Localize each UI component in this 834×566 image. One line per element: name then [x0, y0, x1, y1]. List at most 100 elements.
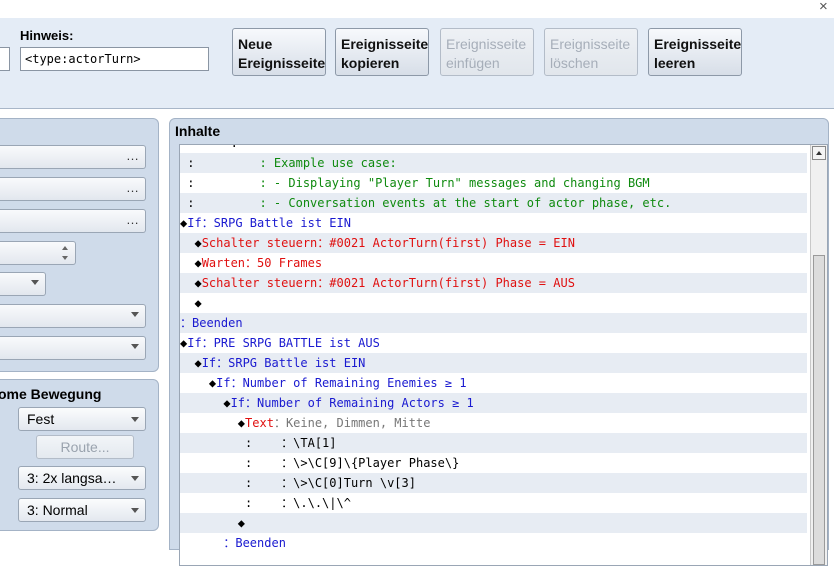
- spin-down-icon[interactable]: [62, 256, 68, 260]
- command-text: ◆: [180, 396, 231, 410]
- command-text: ◆: [180, 356, 202, 370]
- scroll-thumb[interactable]: [813, 255, 825, 565]
- contents-panel: Inhalte : : : Example use case: : : - Di…: [169, 118, 829, 566]
- condition-variable-field[interactable]: …: [0, 209, 146, 233]
- command-text: ：Beenden: [180, 536, 286, 550]
- clear-event-page-button[interactable]: Ereignisseite leeren: [648, 28, 742, 76]
- button-label-line1: Neue: [238, 36, 273, 52]
- chevron-down-icon: [31, 280, 39, 285]
- button-label-line1: Ereignisseite: [341, 36, 429, 52]
- command-text: ◆: [180, 236, 202, 250]
- command-row[interactable]: ：Beenden: [180, 313, 807, 333]
- command-row[interactable]: ◆Warten：50 Frames: [180, 253, 807, 273]
- command-text: ：Beenden: [180, 316, 243, 330]
- button-label-line1: Ereignisseite: [550, 36, 631, 52]
- button-label-line2: leeren: [654, 55, 696, 71]
- command-row[interactable]: : ：\TA[1]: [180, 433, 807, 453]
- command-text: ：Keine, Dimmen, Mitte: [273, 416, 431, 430]
- command-row[interactable]: ◆Schalter steuern：#0021 ActorTurn(first)…: [180, 273, 807, 293]
- contents-title: Inhalte: [175, 123, 221, 139]
- command-text: Schalter steuern：#0021 ActorTurn(first) …: [201, 236, 575, 250]
- command-row[interactable]: : : - Displaying "Player Turn" messages …: [180, 173, 807, 193]
- hint-input[interactable]: <type:actorTurn>: [20, 47, 209, 71]
- command-row[interactable]: ◆If：PRE SRPG BATTLE ist AUS: [180, 333, 807, 353]
- chevron-down-icon: [131, 312, 139, 317]
- movement-speed-select[interactable]: 3: 2x langsa…: [18, 466, 146, 490]
- button-label-line1: Ereignisseite: [446, 36, 527, 52]
- condition-switch-field[interactable]: …: [0, 145, 146, 169]
- command-row[interactable]: : ：\>\C[9]\{Player Phase\}: [180, 453, 807, 473]
- command-row[interactable]: : ：\>\C[0]Turn \v[3]: [180, 473, 807, 493]
- movement-frequency-select[interactable]: 3: Normal: [18, 498, 146, 522]
- chevron-down-icon: [131, 476, 139, 481]
- ellipsis-icon[interactable]: …: [126, 212, 139, 227]
- command-text: :: [180, 456, 282, 470]
- command-text: ：\TA[1]: [281, 436, 337, 450]
- command-row[interactable]: ◆: [180, 293, 807, 313]
- paste-event-page-button[interactable]: Ereignisseite einfügen: [440, 28, 534, 76]
- command-row[interactable]: :: [180, 145, 807, 153]
- delete-event-page-button[interactable]: Ereignisseite löschen: [544, 28, 638, 76]
- command-text: : - Conversation events at the start of …: [259, 196, 672, 210]
- command-text: :: [180, 156, 260, 170]
- command-text: If：SRPG Battle ist EIN: [187, 216, 351, 230]
- command-text: :: [180, 476, 282, 490]
- command-row[interactable]: ◆If：Number of Remaining Actors ≥ 1: [180, 393, 807, 413]
- movement-title: ome Bewegung: [0, 386, 102, 402]
- event-command-list[interactable]: : : : Example use case: : : - Displaying…: [179, 144, 828, 566]
- command-row[interactable]: ：Beenden: [180, 533, 807, 553]
- command-row[interactable]: ◆Schalter steuern：#0021 ActorTurn(first)…: [180, 233, 807, 253]
- command-text: ◆: [180, 516, 246, 530]
- spin-up-icon[interactable]: [62, 246, 68, 250]
- command-text: ◆: [180, 416, 246, 430]
- route-button[interactable]: Route...: [36, 435, 134, 459]
- movement-type-value: Fest: [27, 411, 55, 427]
- command-text: :: [180, 176, 260, 190]
- command-text: If：Number of Remaining Actors ≥ 1: [230, 396, 474, 410]
- command-text: :: [180, 145, 238, 150]
- command-text: Text: [245, 416, 274, 430]
- movement-type-select[interactable]: Fest: [18, 407, 146, 431]
- chevron-down-icon: [131, 508, 139, 513]
- name-field-edge[interactable]: [0, 47, 10, 71]
- command-text: ：\.\.\|\^: [281, 496, 351, 510]
- command-row[interactable]: : ：\.\.\|\^: [180, 493, 807, 513]
- ellipsis-icon[interactable]: …: [126, 180, 139, 195]
- command-text: :: [180, 196, 260, 210]
- ellipsis-icon[interactable]: …: [126, 148, 139, 163]
- command-row[interactable]: ◆: [180, 513, 807, 533]
- button-label-line2: kopieren: [341, 55, 400, 71]
- command-text: ◆: [180, 296, 202, 310]
- command-row[interactable]: : : Example use case:: [180, 153, 807, 173]
- actor-select[interactable]: [0, 336, 146, 360]
- conditions-panel: … … …: [0, 118, 159, 372]
- command-text: ：\>\C[9]\{Player Phase\}: [281, 456, 460, 470]
- self-switch-select[interactable]: [0, 272, 46, 296]
- button-label-line2: Ereignisseite: [238, 55, 326, 71]
- condition-value-stepper[interactable]: [0, 241, 76, 265]
- copy-event-page-button[interactable]: Ereignisseite kopieren: [335, 28, 429, 76]
- hint-label: Hinweis:: [20, 28, 74, 43]
- command-text: ◆: [180, 376, 217, 390]
- movement-speed-value: 3: 2x langsa…: [27, 470, 117, 486]
- condition-switch-field[interactable]: …: [0, 177, 146, 201]
- command-row[interactable]: ◆If：SRPG Battle ist EIN: [180, 353, 807, 373]
- command-row[interactable]: ◆If：Number of Remaining Enemies ≥ 1: [180, 373, 807, 393]
- command-text: ：\>\C[0]Turn \v[3]: [281, 476, 416, 490]
- command-text: If：PRE SRPG BATTLE ist AUS: [187, 336, 380, 350]
- command-text: :: [180, 496, 282, 510]
- new-event-page-button[interactable]: Neue Ereignisseite: [232, 28, 326, 76]
- chevron-down-icon: [131, 417, 139, 422]
- command-text: ◆: [180, 256, 202, 270]
- scroll-up-icon[interactable]: [812, 146, 826, 160]
- vertical-scrollbar[interactable]: [810, 145, 827, 565]
- autonomous-movement-panel: ome Bewegung Fest Route... 3: 2x langsa……: [0, 379, 159, 531]
- close-icon[interactable]: ×: [819, 0, 828, 15]
- command-text: : Example use case:: [259, 156, 397, 170]
- item-select[interactable]: [0, 304, 146, 328]
- command-text: Schalter steuern：#0021 ActorTurn(first) …: [201, 276, 575, 290]
- button-label-line2: einfügen: [446, 55, 500, 71]
- command-row[interactable]: ◆If：SRPG Battle ist EIN: [180, 213, 807, 233]
- command-row[interactable]: : : - Conversation events at the start o…: [180, 193, 807, 213]
- command-row[interactable]: ◆Text：Keine, Dimmen, Mitte: [180, 413, 807, 433]
